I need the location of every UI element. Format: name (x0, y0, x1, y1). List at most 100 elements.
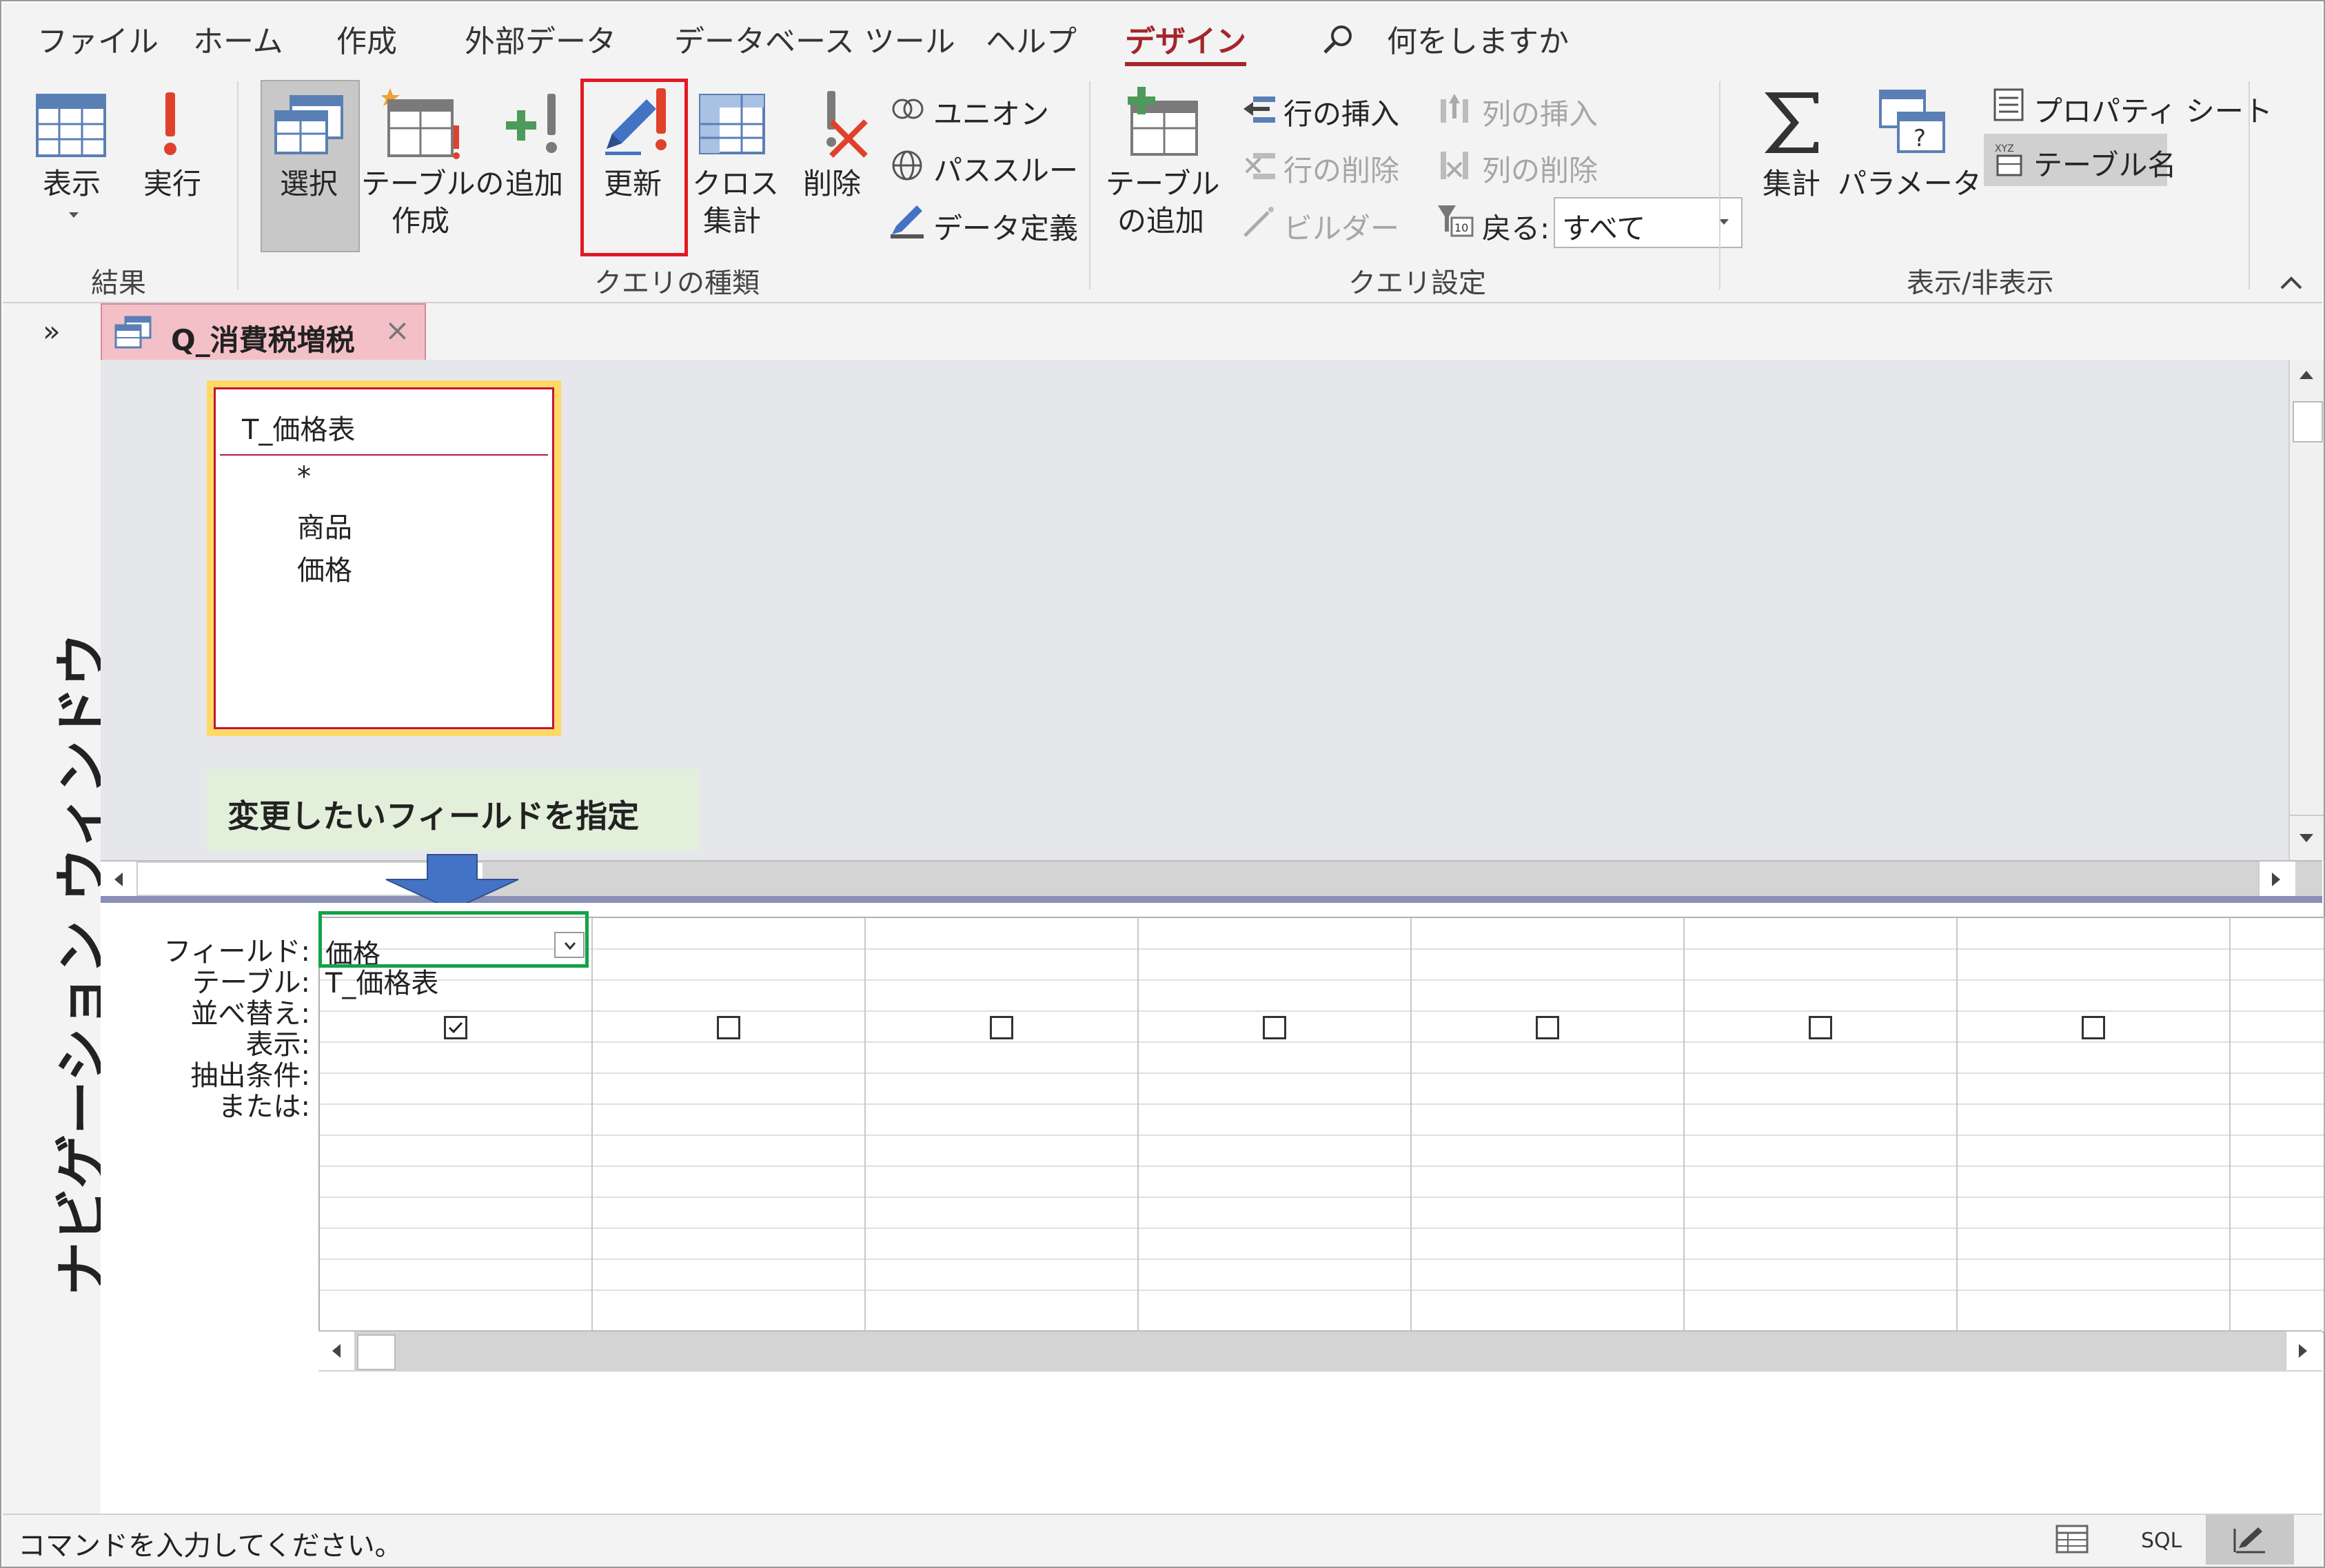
grid-row-line (320, 948, 2324, 950)
collapse-ribbon-icon[interactable] (2279, 274, 2304, 291)
delete-rows-icon (1245, 153, 1275, 179)
grid-row-line (320, 1010, 2324, 1012)
insert-columns-icon (1441, 94, 1468, 123)
table-names-button[interactable]: XYZ テーブル名 (1984, 134, 2176, 186)
run-exclamation-icon (164, 92, 176, 155)
scroll-right-icon (2272, 873, 2280, 886)
status-text: コマンドを入力してください。 (18, 1530, 403, 1562)
grid-row-line (320, 1041, 2324, 1043)
scroll-left-button[interactable] (318, 1332, 356, 1370)
group-label-results: 結果 (91, 267, 146, 299)
document-tab-strip (101, 303, 2322, 361)
field-cell-green-highlight (318, 911, 589, 968)
run-label: 実行 (143, 167, 201, 201)
tell-me-search[interactable]: 何をしますか (1387, 17, 1569, 61)
show-checkbox-col3[interactable] (990, 1016, 1013, 1039)
show-checkbox-col4[interactable] (1263, 1016, 1286, 1039)
field-list-t-price[interactable]: T_価格表 * 商品 価格 (214, 387, 554, 729)
scroll-up-icon[interactable] (2298, 368, 2315, 380)
checkmark-icon (448, 1021, 463, 1034)
show-checkbox-col1[interactable] (444, 1016, 467, 1039)
close-tab-icon[interactable]: × (385, 313, 410, 348)
insert-columns-label: 列の挿入 (1482, 97, 1598, 131)
search-icon[interactable] (1321, 22, 1355, 57)
scroll-right-button[interactable] (2258, 862, 2295, 896)
query-design-grid[interactable]: 価格 T_価格表 (318, 917, 2325, 1333)
scroll-right-button[interactable] (2285, 1332, 2322, 1370)
show-checkbox-col6[interactable] (1809, 1016, 1832, 1039)
annotation-callout: 変更したいフィールドを指定 (207, 769, 699, 851)
pass-through-label: パススルー (933, 154, 1079, 187)
grid-column-line (864, 918, 866, 1332)
group-label-query-setup: クエリ設定 (1348, 267, 1486, 299)
crosstab-icon (699, 94, 765, 154)
grid-row-line (320, 979, 2324, 981)
delete-columns-icon (1441, 152, 1468, 179)
field-list-divider (220, 454, 548, 456)
table-names-icon: XYZ (1995, 143, 2022, 176)
delete-rows-label: 行の削除 (1283, 154, 1400, 187)
horizontal-scrollbar-grid[interactable] (318, 1330, 2322, 1372)
group-separator (1089, 81, 1090, 289)
field-item[interactable]: 価格 (297, 548, 352, 588)
scroll-right-icon (2299, 1344, 2307, 1358)
grid-row-line (320, 1072, 2324, 1074)
delete-query-label: 削除 (802, 167, 861, 201)
grid-row-line (320, 1165, 2324, 1167)
document-tab-q-tax[interactable]: Q_消費税増税 × (101, 303, 426, 361)
field-item[interactable]: * (297, 461, 311, 493)
update-pencil-icon (605, 88, 667, 155)
tab-home[interactable]: ホーム (193, 17, 283, 61)
scroll-left-icon (332, 1344, 341, 1358)
grid-column-line (1137, 918, 1139, 1332)
sigma-icon (1765, 92, 1818, 153)
sql-view-button[interactable]: SQL (2141, 1529, 2182, 1553)
expand-nav-icon[interactable]: » (43, 314, 61, 348)
select-query-icon (274, 95, 343, 154)
return-values-dropdown[interactable]: すべて (1554, 197, 1743, 248)
tab-file[interactable]: ファイル (37, 17, 159, 61)
tab-database-tools[interactable]: データベース ツール (674, 17, 955, 61)
show-checkbox-col7[interactable] (2082, 1016, 2105, 1039)
make-table-label-2: 作成 (391, 204, 449, 238)
design-view-status-button[interactable] (2206, 1515, 2294, 1565)
property-sheet-label: プロパティ シート (2033, 94, 2273, 128)
query-object-icon (114, 316, 152, 349)
show-checkbox-col2[interactable] (717, 1016, 740, 1039)
data-definition-icon (891, 205, 924, 238)
scroll-left-button[interactable] (101, 862, 138, 896)
crosstab-label-1: クロス (692, 167, 780, 201)
tab-create[interactable]: 作成 (336, 17, 397, 61)
grid-row-line (320, 1259, 2324, 1260)
scroll-divider (2290, 815, 2324, 816)
group-separator (237, 81, 238, 289)
scroll-left-icon (114, 873, 123, 886)
totals-label: 集計 (1762, 167, 1820, 201)
datasheet-view-status-icon[interactable] (2055, 1525, 2089, 1554)
tab-external-data[interactable]: 外部データ (465, 17, 616, 61)
vertical-scrollbar[interactable] (2288, 360, 2324, 860)
group-separator (1719, 81, 1720, 289)
show-checkbox-col5[interactable] (1536, 1016, 1559, 1039)
parameters-label: パラメーター (1838, 167, 2011, 201)
select-label: 選択 (279, 167, 338, 201)
field-item[interactable]: 商品 (297, 505, 352, 545)
vertical-scroll-thumb[interactable] (2293, 401, 2323, 442)
group-label-show-hide: 表示/非表示 (1907, 267, 2054, 299)
tab-help[interactable]: ヘルプ (986, 17, 1077, 61)
property-sheet-icon (1993, 88, 2024, 121)
data-definition-label: データ定義 (933, 212, 1079, 245)
tab-design[interactable]: デザイン (1125, 17, 1246, 66)
grid-row-line (320, 1228, 2324, 1229)
append-label: 追加 (505, 167, 563, 201)
scroll-down-icon[interactable] (2298, 833, 2315, 845)
svg-text:XYZ: XYZ (1995, 143, 2014, 154)
chevron-down-icon (69, 212, 79, 218)
group-label-query-type: クエリの種類 (594, 267, 760, 299)
delete-columns-label: 列の削除 (1482, 154, 1598, 187)
globe-icon (892, 150, 922, 181)
make-table-icon (382, 88, 460, 159)
field-list-title[interactable]: T_価格表 (242, 407, 355, 447)
grid-scroll-thumb[interactable] (357, 1334, 396, 1370)
ribbon-tab-bar: ファイル ホーム 作成 外部データ データベース ツール ヘルプ デザイン 何を… (3, 3, 2322, 72)
